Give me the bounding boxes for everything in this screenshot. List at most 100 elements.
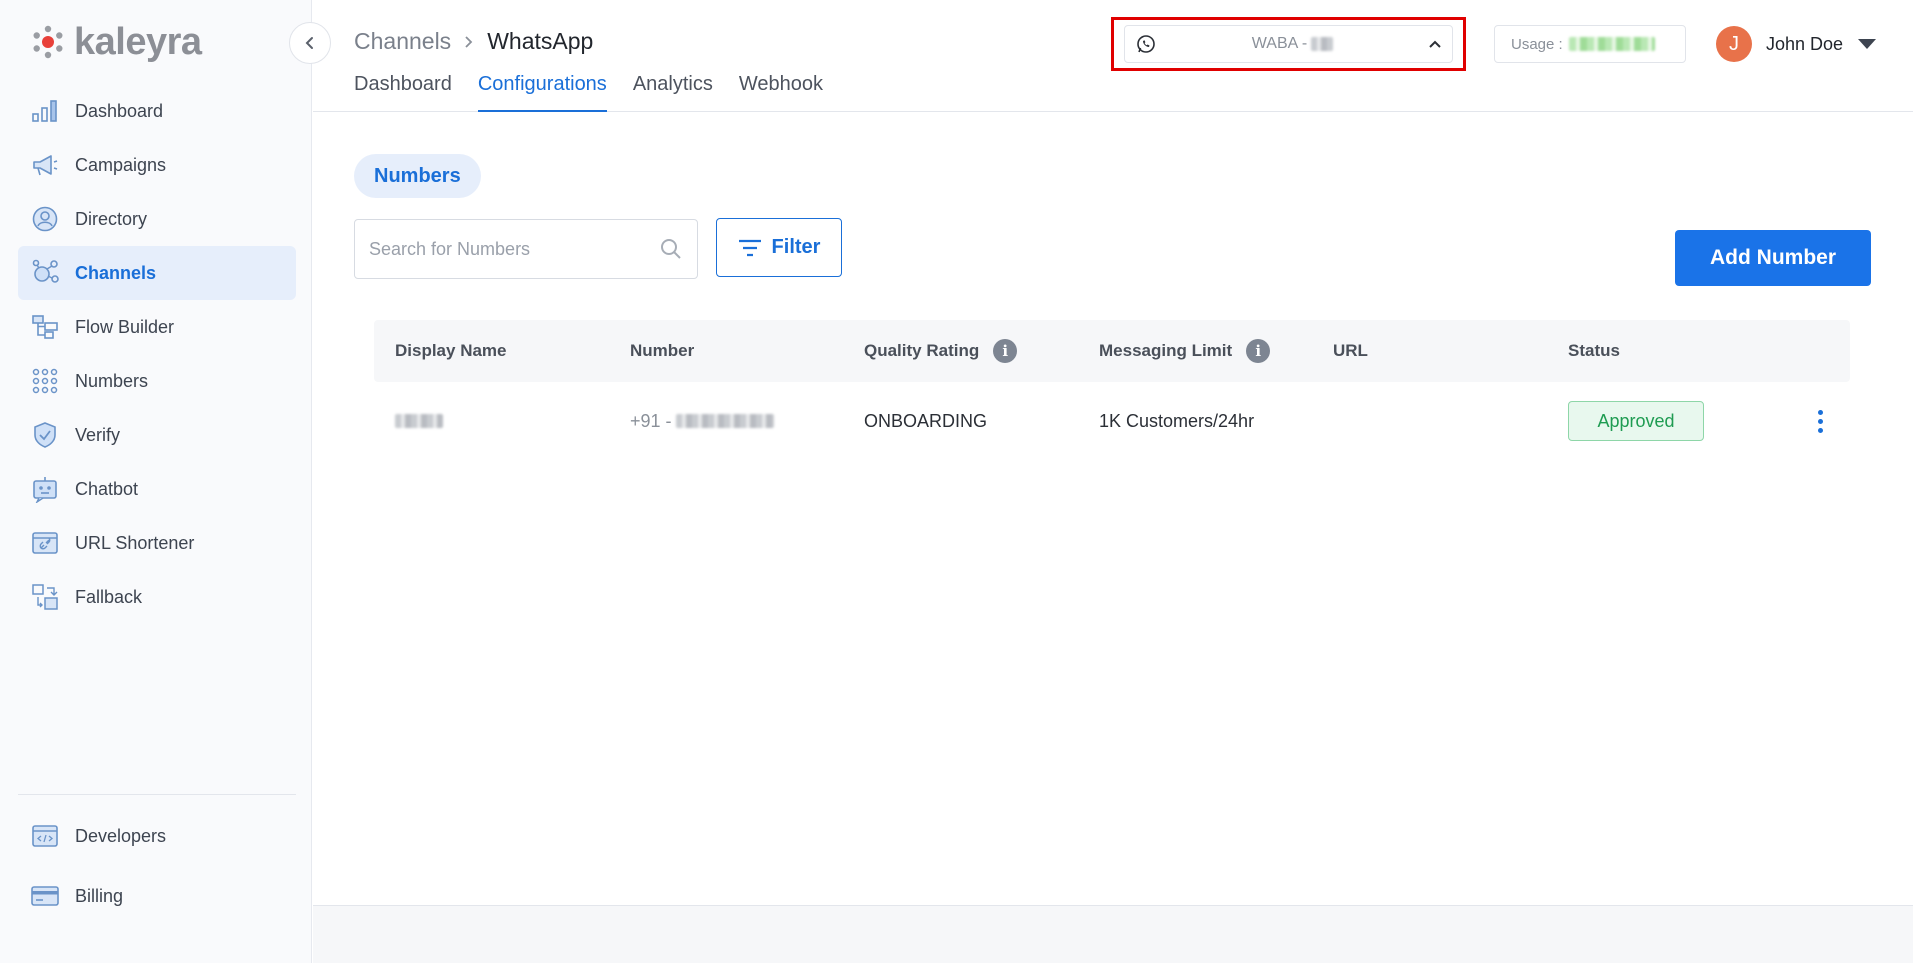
sidebar-item-dashboard[interactable]: Dashboard	[18, 84, 296, 138]
avatar: J	[1716, 26, 1752, 62]
sidebar-item-numbers[interactable]: Numbers	[18, 354, 296, 408]
add-number-button[interactable]: Add Number	[1675, 230, 1871, 286]
fallback-icon	[30, 582, 60, 612]
sidebar-item-label: Channels	[75, 262, 157, 283]
waba-selector[interactable]: WABA -	[1124, 25, 1453, 63]
sidebar-item-chatbot[interactable]: Chatbot	[18, 462, 296, 516]
sidebar-item-directory[interactable]: Directory	[18, 192, 296, 246]
sidebar-item-label: Numbers	[75, 370, 149, 391]
row-actions-menu-icon[interactable]	[1808, 406, 1833, 437]
main-content: Numbers Filter Add Number Display Name N…	[313, 113, 1913, 905]
tab-analytics[interactable]: Analytics	[633, 68, 713, 112]
filter-lines-icon	[738, 239, 761, 256]
page-footer	[313, 905, 1913, 963]
user-menu[interactable]: J John Doe	[1716, 26, 1877, 62]
sidebar-item-label: Dashboard	[75, 100, 164, 121]
shield-check-icon	[30, 420, 60, 450]
waba-selector-value: WABA -	[1157, 35, 1428, 53]
cell-quality-rating: ONBOARDING	[864, 410, 988, 431]
redacted-display-name	[395, 414, 443, 428]
chevron-left-icon	[305, 37, 313, 49]
usage-label: Usage :	[1511, 35, 1563, 53]
col-messaging-limit: Messaging Limit i	[1078, 339, 1312, 363]
whatsapp-icon	[1137, 35, 1155, 53]
sidebar-bottom-nav: Developers Billing	[18, 806, 296, 926]
waba-selector-highlight: WABA -	[1111, 17, 1466, 71]
info-icon[interactable]: i	[1246, 339, 1271, 363]
col-url: URL	[1312, 341, 1547, 361]
top-header: Channels WhatsApp Dashboard Configuratio…	[313, 0, 1913, 112]
header-label: URL	[1333, 341, 1368, 360]
megaphone-icon	[30, 150, 60, 180]
user-name: John Doe	[1766, 33, 1844, 54]
sidebar-item-label: Developers	[75, 825, 167, 846]
header-label: Display Name	[395, 341, 507, 360]
sidebar-item-developers[interactable]: Developers	[18, 806, 296, 866]
channels-icon	[30, 258, 60, 288]
sidebar-item-label: URL Shortener	[75, 532, 195, 553]
search-icon[interactable]	[659, 237, 683, 261]
sidebar-item-verify[interactable]: Verify	[18, 408, 296, 462]
tab-dashboard[interactable]: Dashboard	[354, 68, 452, 112]
search-box	[354, 219, 698, 279]
brand-logo[interactable]: kaleyra	[30, 22, 202, 62]
sidebar-item-url-shortener[interactable]: URL Shortener	[18, 516, 296, 570]
dialpad-icon	[30, 366, 60, 396]
info-icon[interactable]: i	[993, 339, 1018, 363]
usage-indicator: Usage :	[1494, 25, 1686, 63]
col-display-name: Display Name	[374, 341, 609, 361]
table-row: +91 - ONBOARDING 1K Customers/24hr Appro…	[374, 382, 1850, 460]
sidebar-item-campaigns[interactable]: Campaigns	[18, 138, 296, 192]
filter-button[interactable]: Filter	[716, 218, 842, 277]
cell-display-name	[374, 414, 609, 428]
sidebar-item-label: Verify	[75, 424, 121, 445]
sidebar-item-fallback[interactable]: Fallback	[18, 570, 296, 624]
header-label: Number	[630, 341, 695, 360]
cell-actions	[1787, 406, 1850, 437]
cell-status: Approved	[1547, 401, 1787, 441]
number-prefix: +91 -	[630, 410, 672, 431]
sidebar-item-channels[interactable]: Channels	[18, 246, 296, 300]
col-status: Status	[1547, 341, 1787, 361]
sidebar-item-label: Directory	[75, 208, 148, 229]
numbers-table: Display Name Number Quality Rating i Mess…	[374, 320, 1850, 460]
header-label: Quality Rating	[864, 341, 980, 360]
status-badge: Approved	[1568, 401, 1704, 441]
col-quality-rating: Quality Rating i	[843, 339, 1078, 363]
brand-name: kaleyra	[74, 21, 202, 63]
breadcrumb-channels-link[interactable]: Channels	[354, 28, 451, 55]
header-label: Messaging Limit	[1099, 341, 1233, 360]
waba-label: WABA -	[1251, 35, 1308, 52]
col-number: Number	[609, 341, 843, 361]
redacted-number	[675, 414, 774, 428]
redacted-waba-id	[1311, 37, 1334, 51]
sidebar-item-label: Billing	[75, 885, 124, 906]
sidebar-item-label: Chatbot	[75, 478, 139, 499]
contact-icon	[30, 204, 60, 234]
sidebar-item-label: Fallback	[75, 586, 143, 607]
filter-label: Filter	[771, 236, 821, 258]
sidebar: kaleyra Dashboard Campaigns Directory Ch…	[0, 0, 331, 963]
tab-configurations[interactable]: Configurations	[477, 68, 607, 112]
page-tabs: Dashboard Configurations Analytics Webho…	[354, 68, 823, 112]
section-pill-numbers[interactable]: Numbers	[354, 154, 481, 198]
breadcrumb: Channels WhatsApp	[354, 28, 593, 55]
sidebar-item-flow-builder[interactable]: Flow Builder	[18, 300, 296, 354]
cell-messaging-limit: 1K Customers/24hr	[1099, 410, 1255, 431]
sidebar-divider	[18, 794, 296, 795]
breadcrumb-current: WhatsApp	[487, 28, 594, 54]
code-window-icon	[30, 821, 60, 851]
cell-number: +91 -	[609, 411, 843, 432]
sidebar-nav: Dashboard Campaigns Directory Channels F…	[18, 84, 296, 624]
chevron-right-icon	[465, 35, 473, 48]
sidebar-item-billing[interactable]: Billing	[18, 866, 296, 926]
kaleyra-logo-icon	[30, 24, 66, 60]
flow-icon	[30, 312, 60, 342]
sidebar-item-label: Flow Builder	[75, 316, 175, 337]
search-input[interactable]	[369, 238, 659, 260]
sidebar-item-label: Campaigns	[75, 154, 167, 175]
robot-icon	[30, 474, 60, 504]
collapse-sidebar-button[interactable]	[289, 22, 331, 64]
chevron-up-icon	[1429, 40, 1441, 48]
tab-webhook[interactable]: Webhook	[739, 68, 823, 112]
